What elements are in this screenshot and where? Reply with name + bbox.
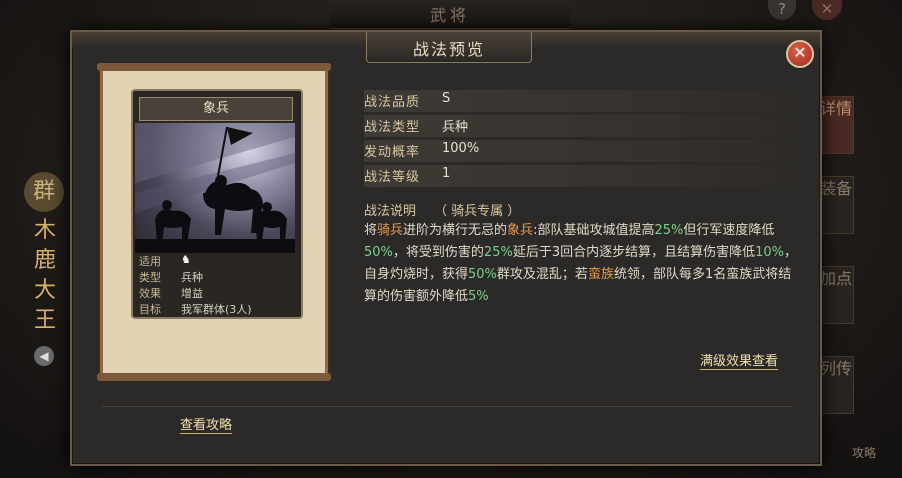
view-guide-link[interactable]: 查看攻略 [180,414,233,434]
tab-equipment[interactable]: 装备 [818,176,854,234]
close-button[interactable]: ✕ [786,40,814,68]
faction-emblem: 群 [24,172,64,212]
skill-card-name: 象兵 [139,97,293,121]
description-heading: 战法说明 （ 骑兵专属 ） [364,200,520,219]
skill-card: 象兵 适用 ♞ 类型 兵种 效果 增益 目标 我军群体(3人) [131,89,303,319]
attr-label: 战法品质 [364,95,421,110]
full-level-effect-link[interactable]: 满级效果查看 [700,350,779,370]
tab-details[interactable]: 详情 [818,96,854,154]
attr-label: 战法等级 [364,170,421,185]
attr-value: S [442,91,451,106]
tab-biography[interactable]: 列传 [818,356,854,414]
dialog-title: 战法预览 [412,40,485,59]
background-title: 武将 [429,6,470,25]
attr-label: 战法类型 [364,120,421,135]
card-row-effect: 效果 增益 [139,285,299,301]
card-row-target: 目标 我军群体(3人) [139,301,299,317]
attr-value: 1 [442,166,451,181]
description-highlight: 50% [364,245,393,260]
description-title: 战法说明 [364,204,417,219]
description-highlight: 5% [468,289,489,304]
description-segment: 群攻及混乱；若 [496,267,588,282]
skill-preview-dialog: 战法预览 ✕ 象兵 适用 ♞ 类型 兵种 效果 增益 目标 我军群体(3人) 战… [70,30,822,466]
card-row-type: 类型 兵种 [139,269,299,285]
horse-icon: ♞ [181,253,191,266]
card-row-value: 增益 [181,287,203,300]
card-row-label: 目标 [139,303,161,316]
divider [102,406,792,407]
description-segment: 延后于3回合内逐步结算，且结算伤害降低 [512,245,756,260]
description-highlight: 25% [654,223,684,238]
background-side-tabs: 详情 装备 加点 列传 [818,96,858,436]
dialog-title-plate: 战法预览 [366,32,532,63]
skill-card-info: 适用 ♞ 类型 兵种 效果 增益 目标 我军群体(3人) [139,253,299,317]
description-segment: 将 [364,223,378,238]
description-highlight: 10% [755,245,785,260]
card-row-label: 效果 [139,287,161,300]
attr-quality: 战法品质 S [364,90,804,112]
description-highlight: 蛮族 [587,267,614,282]
attr-level: 战法等级 1 [364,165,804,187]
description-segment: 进阶为横行无忌的 [403,223,508,238]
cavalry-illustration [135,123,295,253]
attr-type: 战法类型 兵种 [364,115,804,137]
attr-label: 发动概率 [364,145,421,160]
description-segment: :部队基础攻城值提高 [533,223,655,238]
description-segment: ，将受到伤害的 [392,245,484,260]
speaker-icon[interactable]: ◀ [34,346,54,366]
tab-points[interactable]: 加点 [818,266,854,324]
description-text: 将骑兵进阶为横行无忌的象兵:部队基础攻城值提高25%但行军速度降低50%，将受到… [364,220,804,308]
card-row-label: 适用 [139,255,161,268]
description-highlight: 骑兵 [377,223,404,238]
description-highlight: 象兵 [507,223,534,238]
attr-value: 100% [442,141,480,156]
background-hero-panel: 群 木鹿大王 ◀ [0,150,68,390]
card-row-label: 类型 [139,271,161,284]
skill-scroll: 象兵 适用 ♞ 类型 兵种 效果 增益 目标 我军群体(3人) [97,63,331,381]
skill-card-illustration [135,123,295,253]
background-guide-text[interactable]: 攻略 [852,444,902,461]
description-segment: 但行军速度降低 [683,223,775,238]
attr-value: 兵种 [442,120,469,135]
description-highlight: 25% [483,245,513,260]
description-highlight: 50% [468,267,497,282]
description-tag: （ 骑兵专属 ） [434,204,521,219]
attr-probability: 发动概率 100% [364,140,804,162]
hero-name: 木鹿大王 [33,218,56,333]
card-row-value: 我军群体(3人) [181,303,252,316]
card-row-applies: 适用 ♞ [139,253,299,269]
card-row-value: 兵种 [181,271,203,284]
